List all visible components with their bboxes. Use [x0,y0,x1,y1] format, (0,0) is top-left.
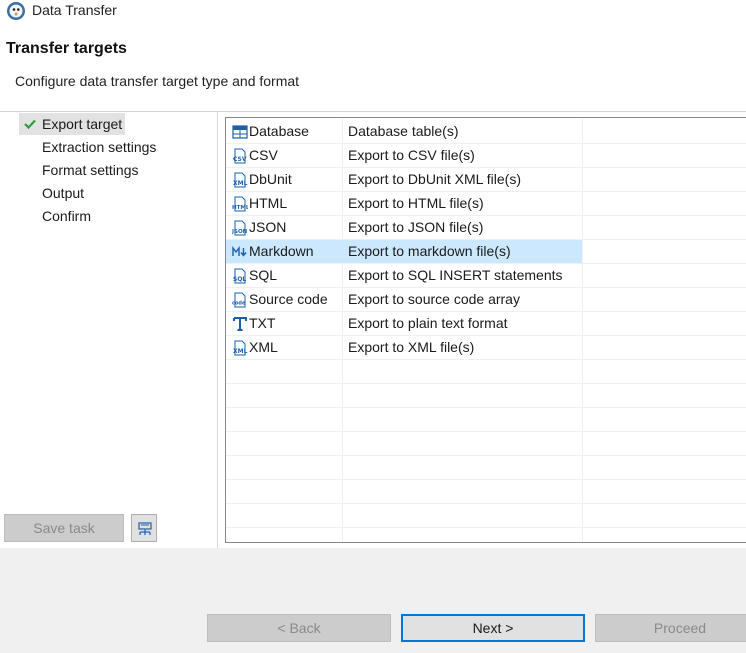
page-description: Configure data transfer target type and … [15,73,300,89]
svg-text:HTML: HTML [232,205,248,211]
next-button[interactable]: Next > [401,614,585,642]
svg-text:CSV: CSV [233,156,247,163]
window-titlebar: Data Transfer [0,0,746,22]
svg-text:XML: XML [233,348,248,355]
target-description: Export to CSV file(s) [348,147,475,163]
nav-step-confirm[interactable]: Confirm [19,205,94,227]
page-title: Transfer targets [6,40,127,57]
schedule-task-button[interactable] [131,514,157,542]
target-name: Database [249,123,309,139]
csv-file-icon: CSV [233,148,247,164]
target-description: Export to XML file(s) [348,339,475,355]
target-row-source-code[interactable]: code Source code Export to source code a… [226,288,746,312]
target-description: Export to JSON file(s) [348,219,484,235]
svg-text:JSON: JSON [232,229,248,235]
target-name: JSON [249,219,287,235]
target-description: Export to source code array [348,291,520,307]
empty-row [226,432,746,456]
xml-file-icon: XML [233,172,248,188]
text-format-icon [233,317,247,331]
xml-file-icon: XML [233,340,248,356]
target-description: Export to DbUnit XML file(s) [348,171,521,187]
svg-text:code: code [232,301,246,307]
target-row-txt[interactable]: TXT Export to plain text format [226,312,746,336]
target-name: HTML [249,195,288,211]
svg-text:SQL: SQL [233,276,246,283]
json-file-icon: JSON [232,220,248,236]
checkmark-icon [24,119,36,130]
target-type-table: Database Database table(s) CSV CSV Expor… [225,117,746,543]
target-name: SQL [249,267,278,283]
nav-step-output[interactable]: Output [19,182,87,204]
schedule-task-icon [138,522,152,535]
target-row-sql[interactable]: SQL SQL Export to SQL INSERT statements [226,264,746,288]
save-task-button[interactable]: Save task [4,514,124,542]
nav-step-format-settings[interactable]: Format settings [19,159,141,181]
proceed-button[interactable]: Proceed [595,614,746,642]
target-description: Database table(s) [348,123,459,139]
target-row-xml[interactable]: XML XML Export to XML file(s) [226,336,746,360]
target-name: Source code [249,291,328,307]
nav-step-extraction-settings[interactable]: Extraction settings [19,136,159,158]
nav-step-label: Extraction settings [42,139,157,155]
target-description: Export to plain text format [348,315,508,331]
sql-file-icon: SQL [233,268,246,284]
empty-row [226,384,746,408]
dbeaver-beaver-icon [7,2,25,20]
nav-step-label: Export target [42,116,123,132]
svg-text:XML: XML [233,180,248,187]
empty-row [226,408,746,432]
target-description: Export to HTML file(s) [348,195,484,211]
empty-row [226,360,746,384]
target-row-json[interactable]: JSON JSON Export to JSON file(s) [226,216,746,240]
target-row-csv[interactable]: CSV CSV Export to CSV file(s) [226,144,746,168]
html-file-icon: HTML [232,196,248,212]
target-description: Export to markdown file(s) [348,243,511,259]
target-name: Markdown [249,243,314,259]
table-icon [232,125,248,139]
target-row-markdown[interactable]: Markdown Export to markdown file(s) [226,240,746,264]
target-name: TXT [249,315,276,331]
back-button[interactable]: < Back [207,614,391,642]
target-row-database[interactable]: Database Database table(s) [226,120,746,144]
empty-row [226,504,746,528]
nav-step-label: Format settings [42,162,139,178]
target-name: DbUnit [249,171,292,187]
nav-divider [217,112,218,548]
target-name: XML [249,339,278,355]
wizard-step-nav: Export target Extraction settings Format… [0,112,217,548]
empty-row [226,480,746,504]
code-file-icon: code [232,292,246,308]
nav-step-export-target[interactable]: Export target [19,113,126,135]
target-name: CSV [249,147,278,163]
window-title: Data Transfer [32,2,117,18]
target-description: Export to SQL INSERT statements [348,267,563,283]
markdown-icon [232,245,247,257]
target-row-html[interactable]: HTML HTML Export to HTML file(s) [226,192,746,216]
empty-row [226,456,746,480]
nav-step-label: Confirm [42,208,92,224]
target-row-dbunit[interactable]: XML DbUnit Export to DbUnit XML file(s) [226,168,746,192]
nav-step-label: Output [42,185,85,201]
